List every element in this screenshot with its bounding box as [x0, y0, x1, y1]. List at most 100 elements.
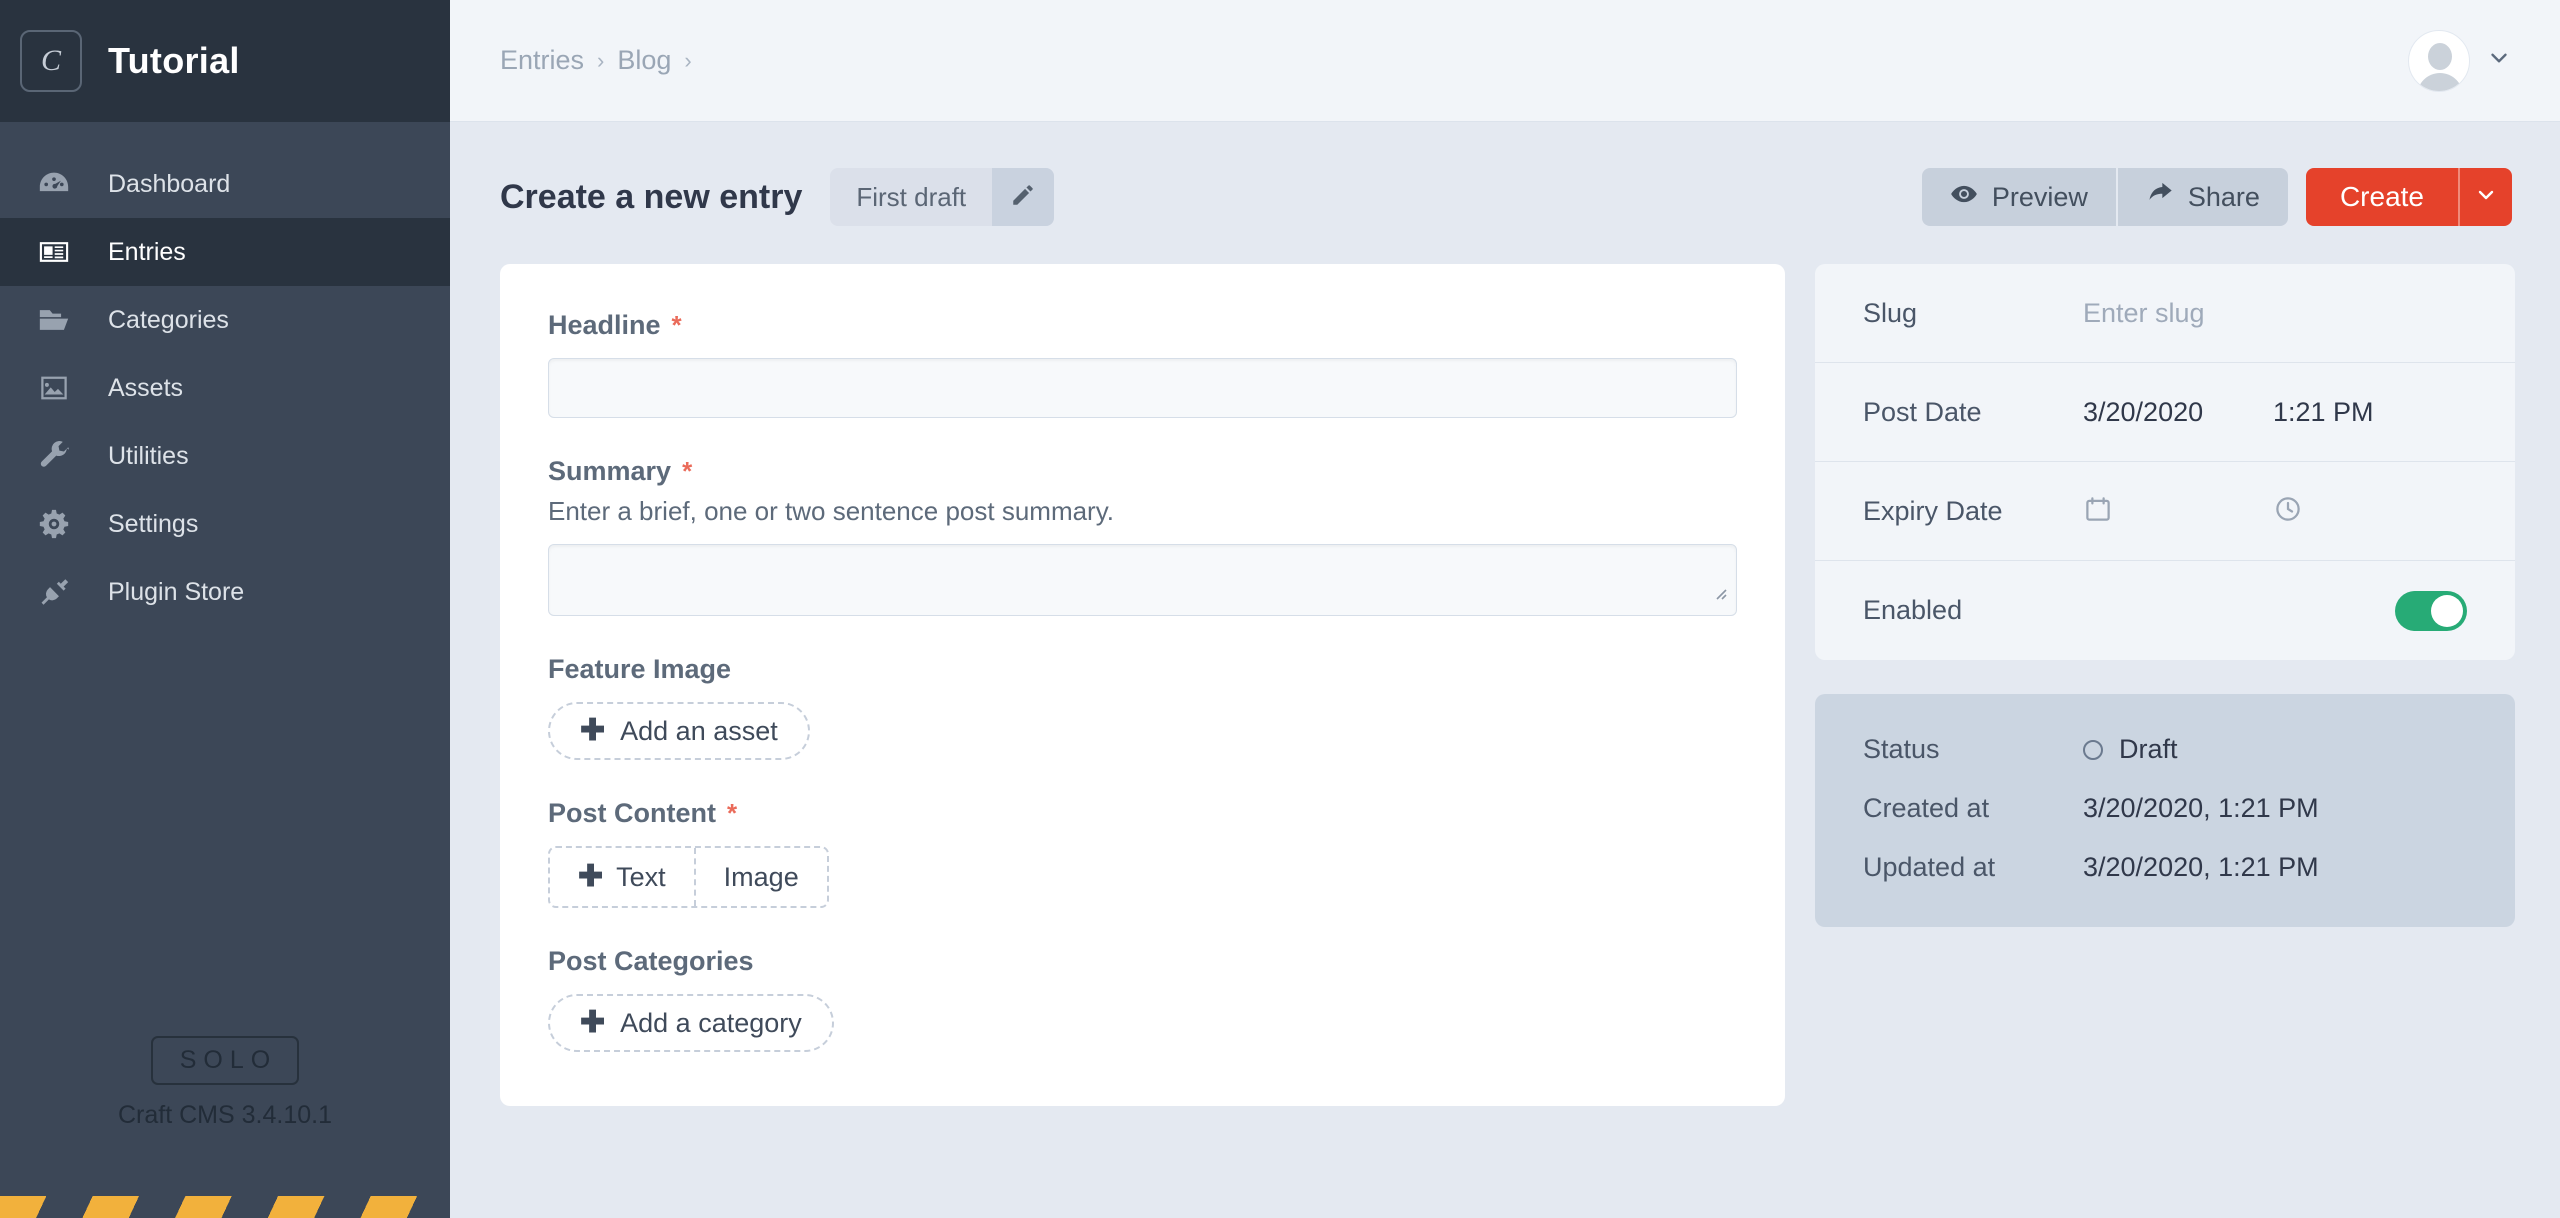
feature-image-label: Feature Image	[548, 654, 732, 684]
meta-row-enabled: Enabled	[1815, 561, 2515, 660]
sidebar-item-label: Utilities	[108, 441, 189, 470]
create-dropdown-button[interactable]	[2458, 168, 2512, 226]
toggle-knob	[2431, 594, 2463, 627]
headline-input[interactable]	[548, 358, 1737, 418]
sidebar-nav: Dashboard Entries Categories Assets Util…	[0, 122, 450, 1036]
post-content-label: Post Content	[548, 798, 716, 828]
add-asset-button[interactable]: ✚ Add an asset	[548, 702, 810, 760]
meta-row-slug: Slug Enter slug	[1815, 264, 2515, 363]
page-header: Create a new entry First draft Preview S…	[500, 168, 2512, 226]
plus-icon: ✚	[578, 860, 604, 893]
hazard-stripe	[0, 1196, 450, 1218]
preview-button-label: Preview	[1991, 181, 2088, 212]
plus-icon: ✚	[580, 714, 606, 747]
page-header-actions: Preview Share Create	[1921, 168, 2512, 226]
share-button[interactable]: Share	[2115, 168, 2288, 226]
add-category-button[interactable]: ✚ Add a category	[548, 994, 834, 1052]
site-title: Tutorial	[108, 40, 240, 81]
edit-draft-button[interactable]	[992, 168, 1055, 226]
breadcrumb-entries[interactable]: Entries	[500, 45, 584, 76]
meta-row-post-date: Post Date 3/20/2020 1:21 PM	[1815, 363, 2515, 462]
sidebar-item-label: Dashboard	[108, 169, 231, 198]
sidebar-item-categories[interactable]: Categories	[0, 286, 450, 354]
expiry-date-picker[interactable]	[2083, 494, 2273, 529]
add-text-block-button[interactable]: ✚ Text	[550, 848, 694, 906]
edition-badge[interactable]: SOLO	[150, 1036, 300, 1085]
summary-label: Summary	[548, 456, 672, 486]
sidebar-header[interactable]: C Tutorial	[0, 0, 450, 122]
slug-input[interactable]: Enter slug	[2083, 298, 2205, 329]
field-headline: Headline *	[548, 310, 1737, 418]
body-columns: Headline * Summary * Enter a brief, one …	[500, 264, 2515, 1106]
sidebar-item-label: Categories	[108, 305, 229, 334]
chevron-right-icon: ›	[684, 47, 692, 73]
add-image-block-label: Image	[723, 861, 799, 892]
updated-at-value: 3/20/2020, 1:21 PM	[2083, 852, 2319, 882]
expiry-time-picker[interactable]	[2273, 494, 2303, 529]
status-row-status: Status Draft	[1863, 734, 2467, 765]
headline-label: Headline	[548, 310, 661, 340]
sidebar-item-settings[interactable]: Settings	[0, 490, 450, 558]
add-category-label: Add a category	[620, 1007, 802, 1038]
summary-hint: Enter a brief, one or two sentence post …	[548, 496, 1115, 526]
sidebar: C Tutorial Dashboard Entries Categories …	[0, 0, 450, 1218]
sidebar-item-label: Assets	[108, 373, 184, 402]
meta-row-expiry-date: Expiry Date	[1815, 462, 2515, 561]
clock-icon	[2273, 494, 2303, 529]
created-at-label: Created at	[1863, 793, 1990, 823]
breadcrumb-blog[interactable]: Blog	[617, 45, 671, 76]
meta-card: Slug Enter slug Post Date 3/20/2020 1:21…	[1815, 264, 2515, 660]
summary-label-row: Summary *	[548, 456, 1737, 487]
enabled-toggle[interactable]	[2395, 590, 2467, 631]
gear-icon	[0, 507, 108, 541]
add-text-block-label: Text	[616, 861, 666, 892]
sidebar-item-label: Entries	[108, 237, 186, 266]
sidebar-footer: SOLO Craft CMS 3.4.10.1	[0, 1036, 450, 1218]
status-row-created: Created at 3/20/2020, 1:21 PM	[1863, 793, 2467, 824]
chevron-right-icon: ›	[597, 47, 605, 73]
status-row-updated: Updated at 3/20/2020, 1:21 PM	[1863, 852, 2467, 883]
enabled-label: Enabled	[1863, 595, 1963, 625]
post-date-value[interactable]: 3/20/2020	[2083, 397, 2273, 428]
post-categories-label: Post Categories	[548, 946, 754, 976]
headline-label-row: Headline *	[548, 310, 1737, 341]
summary-textarea[interactable]	[548, 544, 1737, 616]
sidebar-item-utilities[interactable]: Utilities	[0, 422, 450, 490]
secondary-button-group: Preview Share	[1921, 168, 2288, 226]
avatar	[2408, 29, 2470, 92]
sidebar-item-dashboard[interactable]: Dashboard	[0, 150, 450, 218]
app-root: C Tutorial Dashboard Entries Categories …	[0, 0, 2560, 1218]
page-header-left: Create a new entry First draft	[500, 168, 1055, 226]
calendar-icon	[2083, 494, 2113, 529]
wrench-icon	[0, 439, 108, 473]
avatar-head	[2428, 42, 2452, 70]
draft-label: First draft	[830, 168, 993, 226]
plus-icon: ✚	[580, 1006, 606, 1039]
sidebar-item-label: Settings	[108, 509, 199, 538]
sidebar-item-entries[interactable]: Entries	[0, 218, 450, 286]
post-time-value[interactable]: 1:21 PM	[2273, 397, 2374, 428]
post-date-label: Post Date	[1863, 396, 1982, 427]
add-asset-label: Add an asset	[620, 715, 778, 746]
preview-button[interactable]: Preview	[1921, 168, 2116, 226]
image-icon	[0, 371, 108, 405]
sidebar-item-assets[interactable]: Assets	[0, 354, 450, 422]
status-label: Status	[1863, 734, 1940, 764]
add-image-block-button[interactable]: Image	[693, 848, 827, 906]
field-post-categories: Post Categories ✚ Add a category	[548, 946, 1737, 1052]
content-area: Create a new entry First draft Preview S…	[450, 122, 2560, 1218]
newspaper-icon	[0, 235, 108, 269]
chevron-down-icon	[2486, 45, 2512, 76]
topbar: Entries › Blog ›	[450, 0, 2560, 122]
user-menu[interactable]	[2408, 29, 2512, 92]
sidebar-item-plugin-store[interactable]: Plugin Store	[0, 558, 450, 626]
required-asterisk: *	[682, 456, 693, 486]
field-post-content: Post Content * ✚ Text Image	[548, 798, 1737, 908]
folder-icon	[0, 303, 108, 337]
create-button[interactable]: Create	[2305, 168, 2458, 226]
status-value: Draft	[2119, 734, 2178, 764]
summary-textarea-wrap	[548, 544, 1737, 616]
plug-icon	[0, 575, 108, 609]
required-asterisk: *	[671, 310, 682, 340]
post-content-label-row: Post Content *	[548, 798, 1737, 829]
